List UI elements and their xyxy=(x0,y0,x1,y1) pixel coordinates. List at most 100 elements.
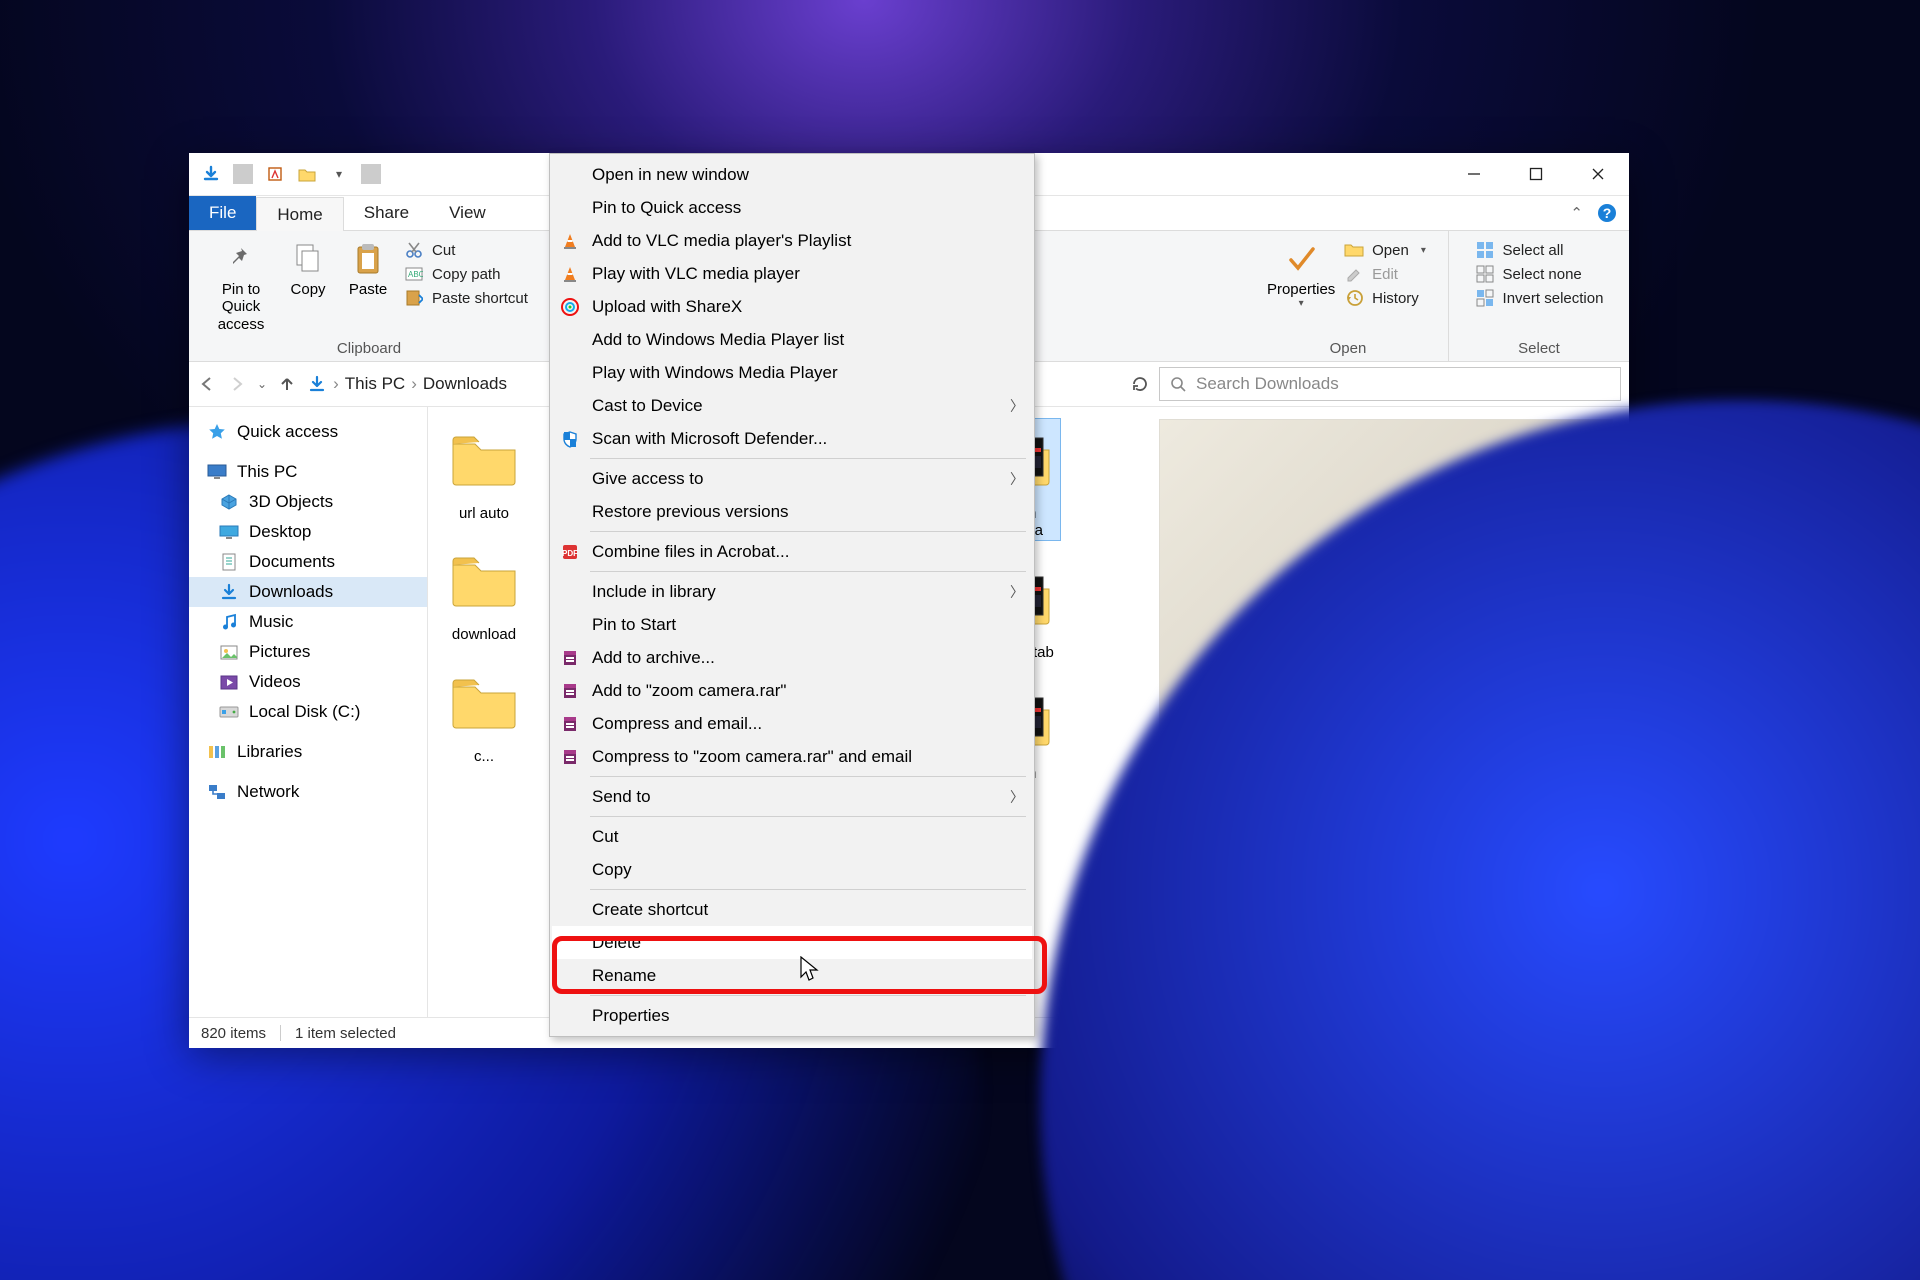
menu-item-label: Properties xyxy=(592,1006,669,1026)
sidebar-item[interactable]: Pictures xyxy=(189,637,427,667)
maximize-button[interactable] xyxy=(1505,153,1567,195)
folder-icon xyxy=(446,419,522,499)
context-menu-item[interactable]: Add to "zoom camera.rar" xyxy=(552,674,1032,707)
menu-item-label: Include in library xyxy=(592,582,716,602)
context-menu-item[interactable]: PDFCombine files in Acrobat... xyxy=(552,535,1032,568)
ribbon-group-clipboard: Pin to Quick access Copy Paste Cut ABCCo… xyxy=(189,231,550,361)
invert-selection-button[interactable]: Invert selection xyxy=(1475,289,1604,307)
view-details-button[interactable] xyxy=(1555,1021,1583,1045)
menu-item-icon xyxy=(558,680,582,702)
context-menu-item[interactable]: Play with VLC media player xyxy=(552,257,1032,290)
menu-item-label: Restore previous versions xyxy=(592,502,789,522)
paste-shortcut-button[interactable]: Paste shortcut xyxy=(404,289,528,307)
paste-button[interactable]: Paste xyxy=(338,235,398,298)
context-menu[interactable]: Open in new window Pin to Quick access Add… xyxy=(549,153,1035,1037)
help-icon[interactable]: ? xyxy=(1597,203,1617,223)
history-button[interactable]: History xyxy=(1344,289,1426,307)
copy-button[interactable]: Copy xyxy=(278,235,338,298)
sidebar-this-pc[interactable]: This PC xyxy=(189,457,427,487)
collapse-ribbon-icon[interactable]: ⌃ xyxy=(1570,204,1583,222)
sidebar-item-label: Desktop xyxy=(249,522,311,542)
search-box[interactable]: Search Downloads xyxy=(1159,367,1621,401)
context-menu-item[interactable]: Cut xyxy=(552,820,1032,853)
sidebar-item[interactable]: Local Disk (C:) xyxy=(189,697,427,727)
nav-recent-button[interactable]: ⌄ xyxy=(257,377,267,391)
folder-tile[interactable]: url auto xyxy=(442,419,526,522)
libraries-icon xyxy=(207,743,227,761)
context-menu-item[interactable]: Delete xyxy=(552,926,1032,959)
menu-item-icon xyxy=(558,362,582,384)
folder-tile[interactable]: download xyxy=(442,540,526,643)
tab-view[interactable]: View xyxy=(429,196,506,230)
context-menu-item[interactable]: Add to archive... xyxy=(552,641,1032,674)
nav-forward-button[interactable] xyxy=(227,374,247,394)
open-button[interactable]: Open▾ xyxy=(1344,241,1426,259)
context-menu-item[interactable]: Upload with ShareX xyxy=(552,290,1032,323)
context-menu-item[interactable]: Create shortcut xyxy=(552,893,1032,926)
edit-button[interactable]: Edit xyxy=(1344,265,1426,283)
context-menu-item[interactable]: Include in library 〉 xyxy=(552,575,1032,608)
dropdown-icon[interactable]: ▾ xyxy=(329,164,349,184)
context-menu-item[interactable]: Rename xyxy=(552,959,1032,992)
context-menu-item[interactable]: Pin to Quick access xyxy=(552,191,1032,224)
sidebar-network[interactable]: Network xyxy=(189,777,427,807)
sidebar-item[interactable]: Music xyxy=(189,607,427,637)
copy-path-button[interactable]: ABCCopy path xyxy=(404,265,528,283)
context-menu-item[interactable]: Cast to Device〉 xyxy=(552,389,1032,422)
ribbon-group-open: Properties▾ Open▾ Edit History Open xyxy=(1248,231,1449,361)
sidebar-quick-access[interactable]: Quick access xyxy=(189,417,427,447)
folder-icon[interactable] xyxy=(297,164,317,184)
breadcrumb-segment[interactable]: This PC xyxy=(345,374,405,394)
breadcrumb-segment[interactable]: Downloads xyxy=(423,374,507,394)
select-all-button[interactable]: Select all xyxy=(1475,241,1604,259)
folder-name: download xyxy=(452,626,516,643)
properties-button[interactable]: Properties▾ xyxy=(1264,235,1338,310)
context-menu-item[interactable]: Add to Windows Media Player list xyxy=(552,323,1032,356)
folder-tile[interactable]: c... xyxy=(442,662,526,765)
pin-to-quick-access-button[interactable]: Pin to Quick access xyxy=(204,235,278,333)
menu-item-icon xyxy=(558,296,582,318)
close-button[interactable] xyxy=(1567,153,1629,195)
context-menu-item[interactable]: Compress and email... xyxy=(552,707,1032,740)
sidebar-item[interactable]: 3D Objects xyxy=(189,487,427,517)
context-menu-item[interactable]: Pin to Start xyxy=(552,608,1032,641)
navigation-pane[interactable]: Quick access This PC 3D Objects Desktop Do… xyxy=(189,407,428,1017)
select-none-button[interactable]: Select none xyxy=(1475,265,1604,283)
tab-share[interactable]: Share xyxy=(344,196,429,230)
context-menu-item[interactable]: Compress to "zoom camera.rar" and email xyxy=(552,740,1032,773)
tab-home[interactable]: Home xyxy=(256,197,343,231)
properties-icon[interactable] xyxy=(265,164,285,184)
folder-icon xyxy=(446,540,522,620)
tab-file[interactable]: File xyxy=(189,196,256,230)
folder-open-icon xyxy=(1344,241,1364,259)
sidebar-libraries[interactable]: Libraries xyxy=(189,737,427,767)
sidebar-item[interactable]: Documents xyxy=(189,547,427,577)
sidebar-item[interactable]: Desktop xyxy=(189,517,427,547)
menu-item-label: Send to xyxy=(592,787,651,807)
context-menu-item[interactable]: Copy xyxy=(552,853,1032,886)
context-menu-item[interactable]: Restore previous versions xyxy=(552,495,1032,528)
menu-item-icon xyxy=(558,899,582,921)
nav-back-button[interactable] xyxy=(197,374,217,394)
breadcrumb[interactable]: › This PC › Downloads xyxy=(307,374,507,394)
context-menu-item[interactable]: Add to VLC media player's Playlist xyxy=(552,224,1032,257)
sidebar-item[interactable]: Downloads xyxy=(189,577,427,607)
refresh-button[interactable] xyxy=(1131,375,1149,393)
sidebar-item[interactable]: Videos xyxy=(189,667,427,697)
menu-item-label: Pin to Start xyxy=(592,615,676,635)
context-menu-item[interactable]: Open in new window xyxy=(552,158,1032,191)
context-menu-item[interactable]: Properties xyxy=(552,999,1032,1032)
minimize-button[interactable] xyxy=(1443,153,1505,195)
context-menu-item[interactable]: Give access to〉 xyxy=(552,462,1032,495)
folder-name: url auto xyxy=(459,505,509,522)
submenu-arrow-icon: 〉 xyxy=(1010,582,1024,602)
context-menu-item[interactable]: Scan with Microsoft Defender... xyxy=(552,422,1032,455)
context-menu-item[interactable]: Play with Windows Media Player xyxy=(552,356,1032,389)
sidebar-item-label: Music xyxy=(249,612,293,632)
cut-button[interactable]: Cut xyxy=(404,241,528,259)
view-large-icons-button[interactable] xyxy=(1589,1021,1617,1045)
sidebar-item-icon xyxy=(219,493,239,511)
menu-item-label: Pin to Quick access xyxy=(592,198,741,218)
menu-item-label: Compress to "zoom camera.rar" and email xyxy=(592,747,912,767)
context-menu-item[interactable]: Send to〉 xyxy=(552,780,1032,813)
